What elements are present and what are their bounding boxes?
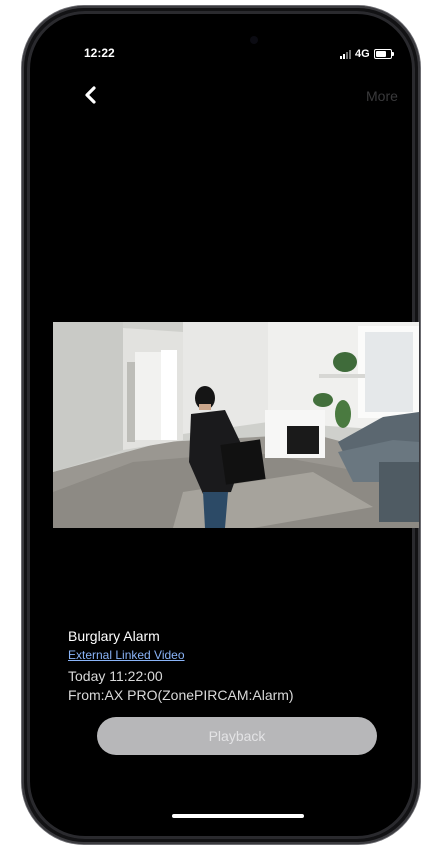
more-button[interactable]: More [366, 88, 398, 104]
alarm-time: Today 11:22:00 [68, 668, 163, 684]
home-indicator[interactable] [172, 814, 304, 818]
status-time: 12:22 [84, 46, 115, 60]
alarm-video-snapshot[interactable] [53, 322, 419, 528]
back-button[interactable] [80, 84, 102, 106]
external-linked-video-link[interactable]: External Linked Video [68, 648, 185, 662]
front-camera [250, 36, 258, 44]
playback-button[interactable]: Playback [97, 717, 377, 755]
chevron-left-icon [85, 86, 96, 104]
signal-icon [340, 49, 351, 59]
battery-icon [373, 49, 394, 59]
phone-mockup: 12:22 4G More Burglary Alarm External Li… [0, 0, 422, 848]
alarm-source: From:AX PRO(ZonePIRCAM:Alarm) [68, 687, 294, 703]
camera-snapshot-image [53, 322, 419, 528]
alarm-title: Burglary Alarm [68, 628, 160, 644]
status-indicators: 4G [340, 48, 394, 60]
network-type: 4G [355, 48, 370, 60]
